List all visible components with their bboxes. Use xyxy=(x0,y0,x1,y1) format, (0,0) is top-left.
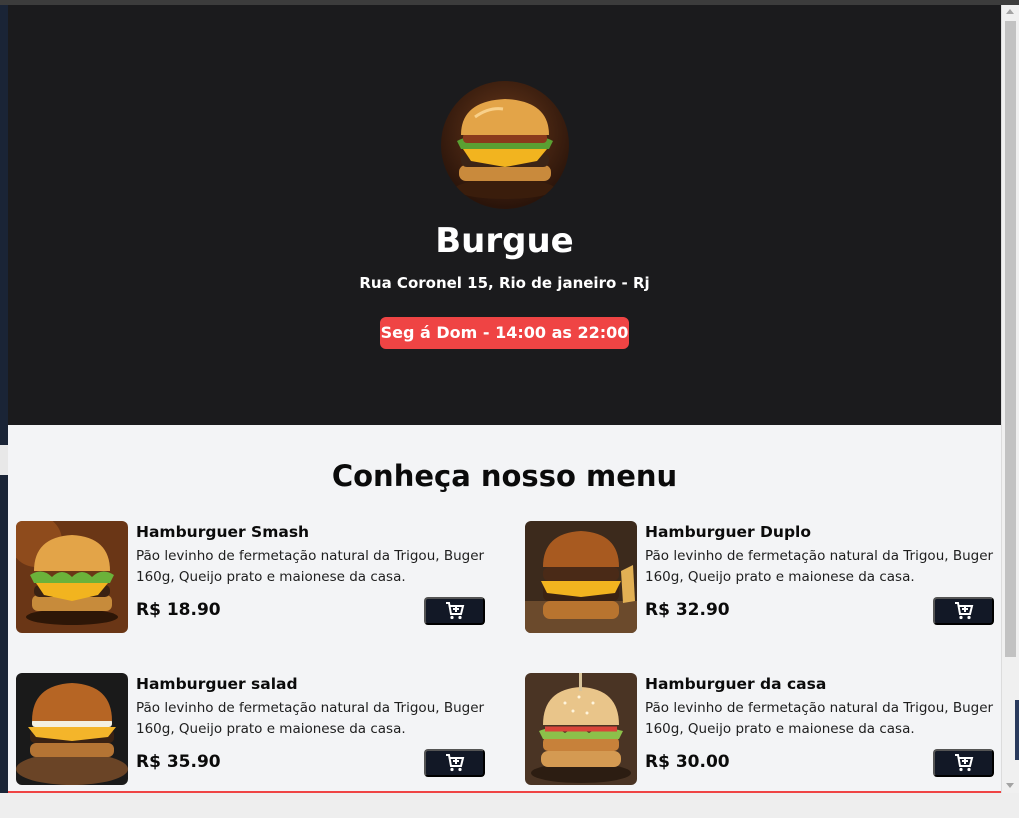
menu-item-name: Hamburguer Smash xyxy=(136,523,310,541)
menu-item-name: Hamburguer Duplo xyxy=(645,523,811,541)
menu-item-price: R$ 32.90 xyxy=(645,600,730,620)
burger-photo xyxy=(525,673,637,785)
menu-item-card: Hamburguer da casa Pão levinho de fermet… xyxy=(525,673,1001,787)
opening-hours-badge: Seg á Dom - 14:00 as 22:00 xyxy=(380,317,629,349)
menu-item-price: R$ 35.90 xyxy=(136,752,221,772)
scroll-up-arrow-icon[interactable] xyxy=(1006,9,1014,14)
browser-window: Burgue Rua Coronel 15, Rio de janeiro - … xyxy=(0,0,1019,818)
store-title: Burgue xyxy=(435,221,574,261)
burger-photo xyxy=(16,673,128,785)
menu-item-name: Hamburguer da casa xyxy=(645,675,827,693)
menu-item-card: Hamburguer Smash Pão levinho de fermetaç… xyxy=(16,521,494,635)
menu-item-card: Hamburguer Duplo Pão levinho de fermetaç… xyxy=(525,521,1001,635)
burger-photo xyxy=(16,521,128,633)
window-right-edge xyxy=(1015,700,1019,760)
add-to-cart-button[interactable] xyxy=(424,749,485,777)
menu-item-description: Pão levinho de fermetação natural da Tri… xyxy=(136,700,485,737)
menu-item-description: Pão levinho de fermetação natural da Tri… xyxy=(645,700,994,737)
hero-header: Burgue Rua Coronel 15, Rio de janeiro - … xyxy=(8,5,1001,425)
add-to-cart-icon xyxy=(445,602,464,620)
menu-item-name: Hamburguer salad xyxy=(136,675,298,693)
menu-item-price: R$ 30.00 xyxy=(645,752,730,772)
add-to-cart-button[interactable] xyxy=(933,749,994,777)
add-to-cart-icon xyxy=(445,754,464,772)
menu-item-price: R$ 18.90 xyxy=(136,600,221,620)
window-bottom-strip xyxy=(0,793,1019,818)
window-left-edge xyxy=(0,5,8,818)
add-to-cart-icon xyxy=(954,754,973,772)
menu-item-description: Pão levinho de fermetação natural da Tri… xyxy=(645,548,994,585)
menu-item-description: Pão levinho de fermetação natural da Tri… xyxy=(136,548,485,585)
menu-section-title: Conheça nosso menu xyxy=(331,459,678,493)
vertical-scrollbar[interactable] xyxy=(1001,5,1019,793)
web-page: Burgue Rua Coronel 15, Rio de janeiro - … xyxy=(8,5,1001,793)
store-address: Rua Coronel 15, Rio de janeiro - Rj xyxy=(359,274,650,292)
add-to-cart-button[interactable] xyxy=(933,597,994,625)
add-to-cart-button[interactable] xyxy=(424,597,485,625)
burger-logo-image xyxy=(441,81,569,209)
add-to-cart-icon xyxy=(954,602,973,620)
burger-photo xyxy=(525,521,637,633)
scrollbar-thumb[interactable] xyxy=(1005,21,1016,657)
menu-item-card: Hamburguer salad Pão levinho de fermetaç… xyxy=(16,673,494,787)
scroll-down-arrow-icon[interactable] xyxy=(1006,783,1014,788)
